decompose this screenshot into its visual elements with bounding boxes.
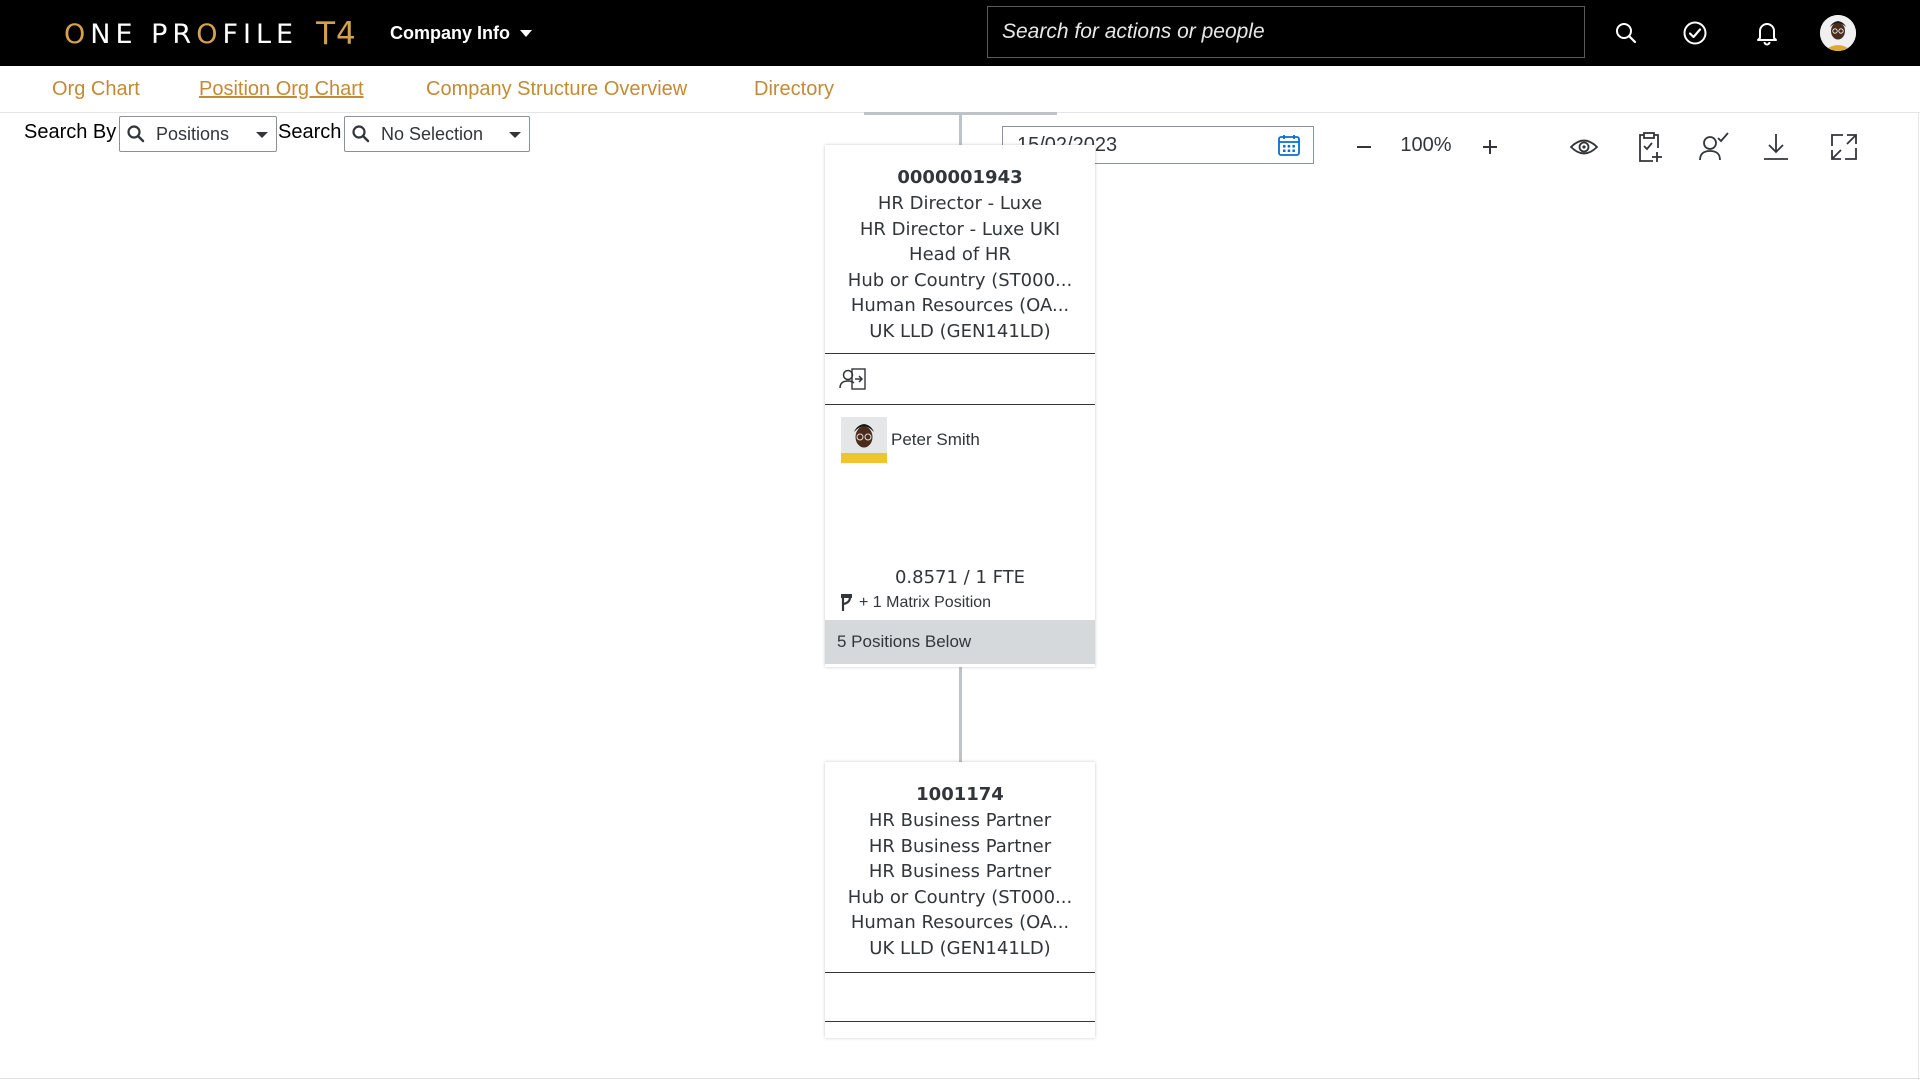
position-department: Human Resources (OA... — [850, 295, 1070, 316]
add-position-button[interactable] — [1632, 129, 1668, 165]
logo-wordmark: ONE PROFILE — [64, 18, 299, 50]
position-id: 1001174 — [916, 784, 1004, 805]
shell-bar: ONE PROFILE T4 Company Info — [0, 0, 1920, 66]
search-icon — [352, 125, 370, 143]
zoom-out-button[interactable] — [1346, 129, 1382, 165]
company-info-menu[interactable]: Company Info — [390, 20, 532, 46]
position-title-local: HR Director - Luxe UKI — [859, 218, 1061, 240]
bell-icon[interactable] — [1749, 15, 1785, 51]
fullscreen-icon — [1831, 134, 1857, 160]
position-title: HR Business Partner — [868, 810, 1052, 831]
chevron-down-icon — [256, 132, 268, 138]
tab-directory[interactable]: Directory — [754, 78, 834, 101]
user-avatar[interactable] — [1820, 15, 1856, 51]
scroll-area-edge — [1918, 112, 1919, 1080]
search-icon — [127, 125, 145, 143]
zoom-in-icon — [1483, 140, 1497, 154]
reassign-user-icon[interactable] — [839, 367, 867, 391]
divider — [825, 1021, 1095, 1022]
assign-user-button[interactable] — [1696, 129, 1732, 165]
chevron-down-icon — [520, 29, 532, 37]
matrix-position-label: + 1 Matrix Position — [859, 594, 992, 611]
position-legal-entity: UK LLD (GEN141LD) — [869, 320, 1051, 342]
fte-value: 0.8571 / 1 FTE — [894, 567, 1026, 588]
zoom-out-icon — [1357, 146, 1371, 148]
position-card[interactable]: 0000001943 HR Director - Luxe HR Directo… — [825, 145, 1095, 667]
position-department: Human Resources (OA... — [850, 912, 1070, 933]
position-actions-row — [825, 354, 1095, 404]
search-icon[interactable] — [1608, 15, 1644, 51]
tasks-check-icon[interactable] — [1677, 15, 1713, 51]
matrix-branch-icon — [841, 594, 852, 611]
calendar-icon[interactable] — [1277, 133, 1301, 157]
position-legal-entity: UK LLD (GEN141LD) — [869, 937, 1051, 959]
connector-top — [959, 112, 962, 145]
matrix-position-link[interactable]: + 1 Matrix Position — [825, 594, 1095, 612]
search-by-value: Positions — [156, 123, 230, 144]
tab-org-chart[interactable]: Org Chart — [52, 78, 140, 101]
position-details: 0000001943 HR Director - Luxe HR Directo… — [825, 145, 1095, 353]
connector-child — [959, 666, 962, 762]
incumbent[interactable]: Peter Smith — [825, 405, 1095, 475]
employee-photo — [841, 417, 887, 463]
add-clipboard-icon — [1639, 132, 1662, 162]
position-title-local: HR Business Partner — [868, 835, 1052, 857]
employee-name[interactable]: Peter Smith — [891, 430, 980, 450]
zoom-in-button[interactable] — [1472, 129, 1508, 165]
position-title: HR Director - Luxe — [877, 193, 1043, 214]
tab-bar: Org Chart Position Org Chart Company Str… — [0, 66, 1920, 113]
position-job: HR Business Partner — [868, 861, 1052, 882]
position-details: 1001174 HR Business Partner HR Business … — [825, 762, 1095, 972]
chevron-down-icon — [509, 132, 521, 138]
position-card[interactable]: 1001174 HR Business Partner HR Business … — [825, 762, 1095, 1038]
tab-company-structure-overview[interactable]: Company Structure Overview — [426, 78, 687, 101]
search-by-select[interactable]: Positions — [119, 116, 277, 152]
fullscreen-button[interactable] — [1826, 129, 1862, 165]
position-job: Head of HR — [909, 244, 1011, 265]
company-info-label: Company Info — [390, 22, 510, 43]
search-label: Search — [278, 121, 342, 143]
position-location: Hub or Country (ST000... — [847, 886, 1073, 908]
logo-suffix: T4 — [316, 16, 357, 52]
view-settings-button[interactable] — [1566, 129, 1602, 165]
tab-position-org-chart[interactable]: Position Org Chart — [199, 78, 364, 101]
eye-icon — [1569, 139, 1599, 155]
position-actions-row — [825, 973, 1095, 1021]
position-id: 0000001943 — [897, 167, 1023, 188]
search-select[interactable]: No Selection — [344, 116, 530, 152]
positions-below-button[interactable]: 5 Positions Below — [825, 620, 1095, 664]
app-logo[interactable]: ONE PROFILE T4 — [64, 14, 357, 54]
user-check-icon — [1699, 132, 1729, 161]
global-search-input[interactable] — [988, 7, 1584, 57]
zoom-level: 100% — [1400, 134, 1452, 156]
search-value: No Selection — [381, 123, 484, 144]
footer-divider — [0, 1078, 1920, 1079]
download-icon — [1764, 134, 1788, 160]
position-location: Hub or Country (ST000... — [847, 269, 1073, 291]
search-by-label: Search By — [24, 121, 117, 143]
download-button[interactable] — [1758, 129, 1794, 165]
global-search[interactable] — [987, 6, 1585, 58]
positions-below-label: 5 Positions Below — [837, 632, 972, 651]
